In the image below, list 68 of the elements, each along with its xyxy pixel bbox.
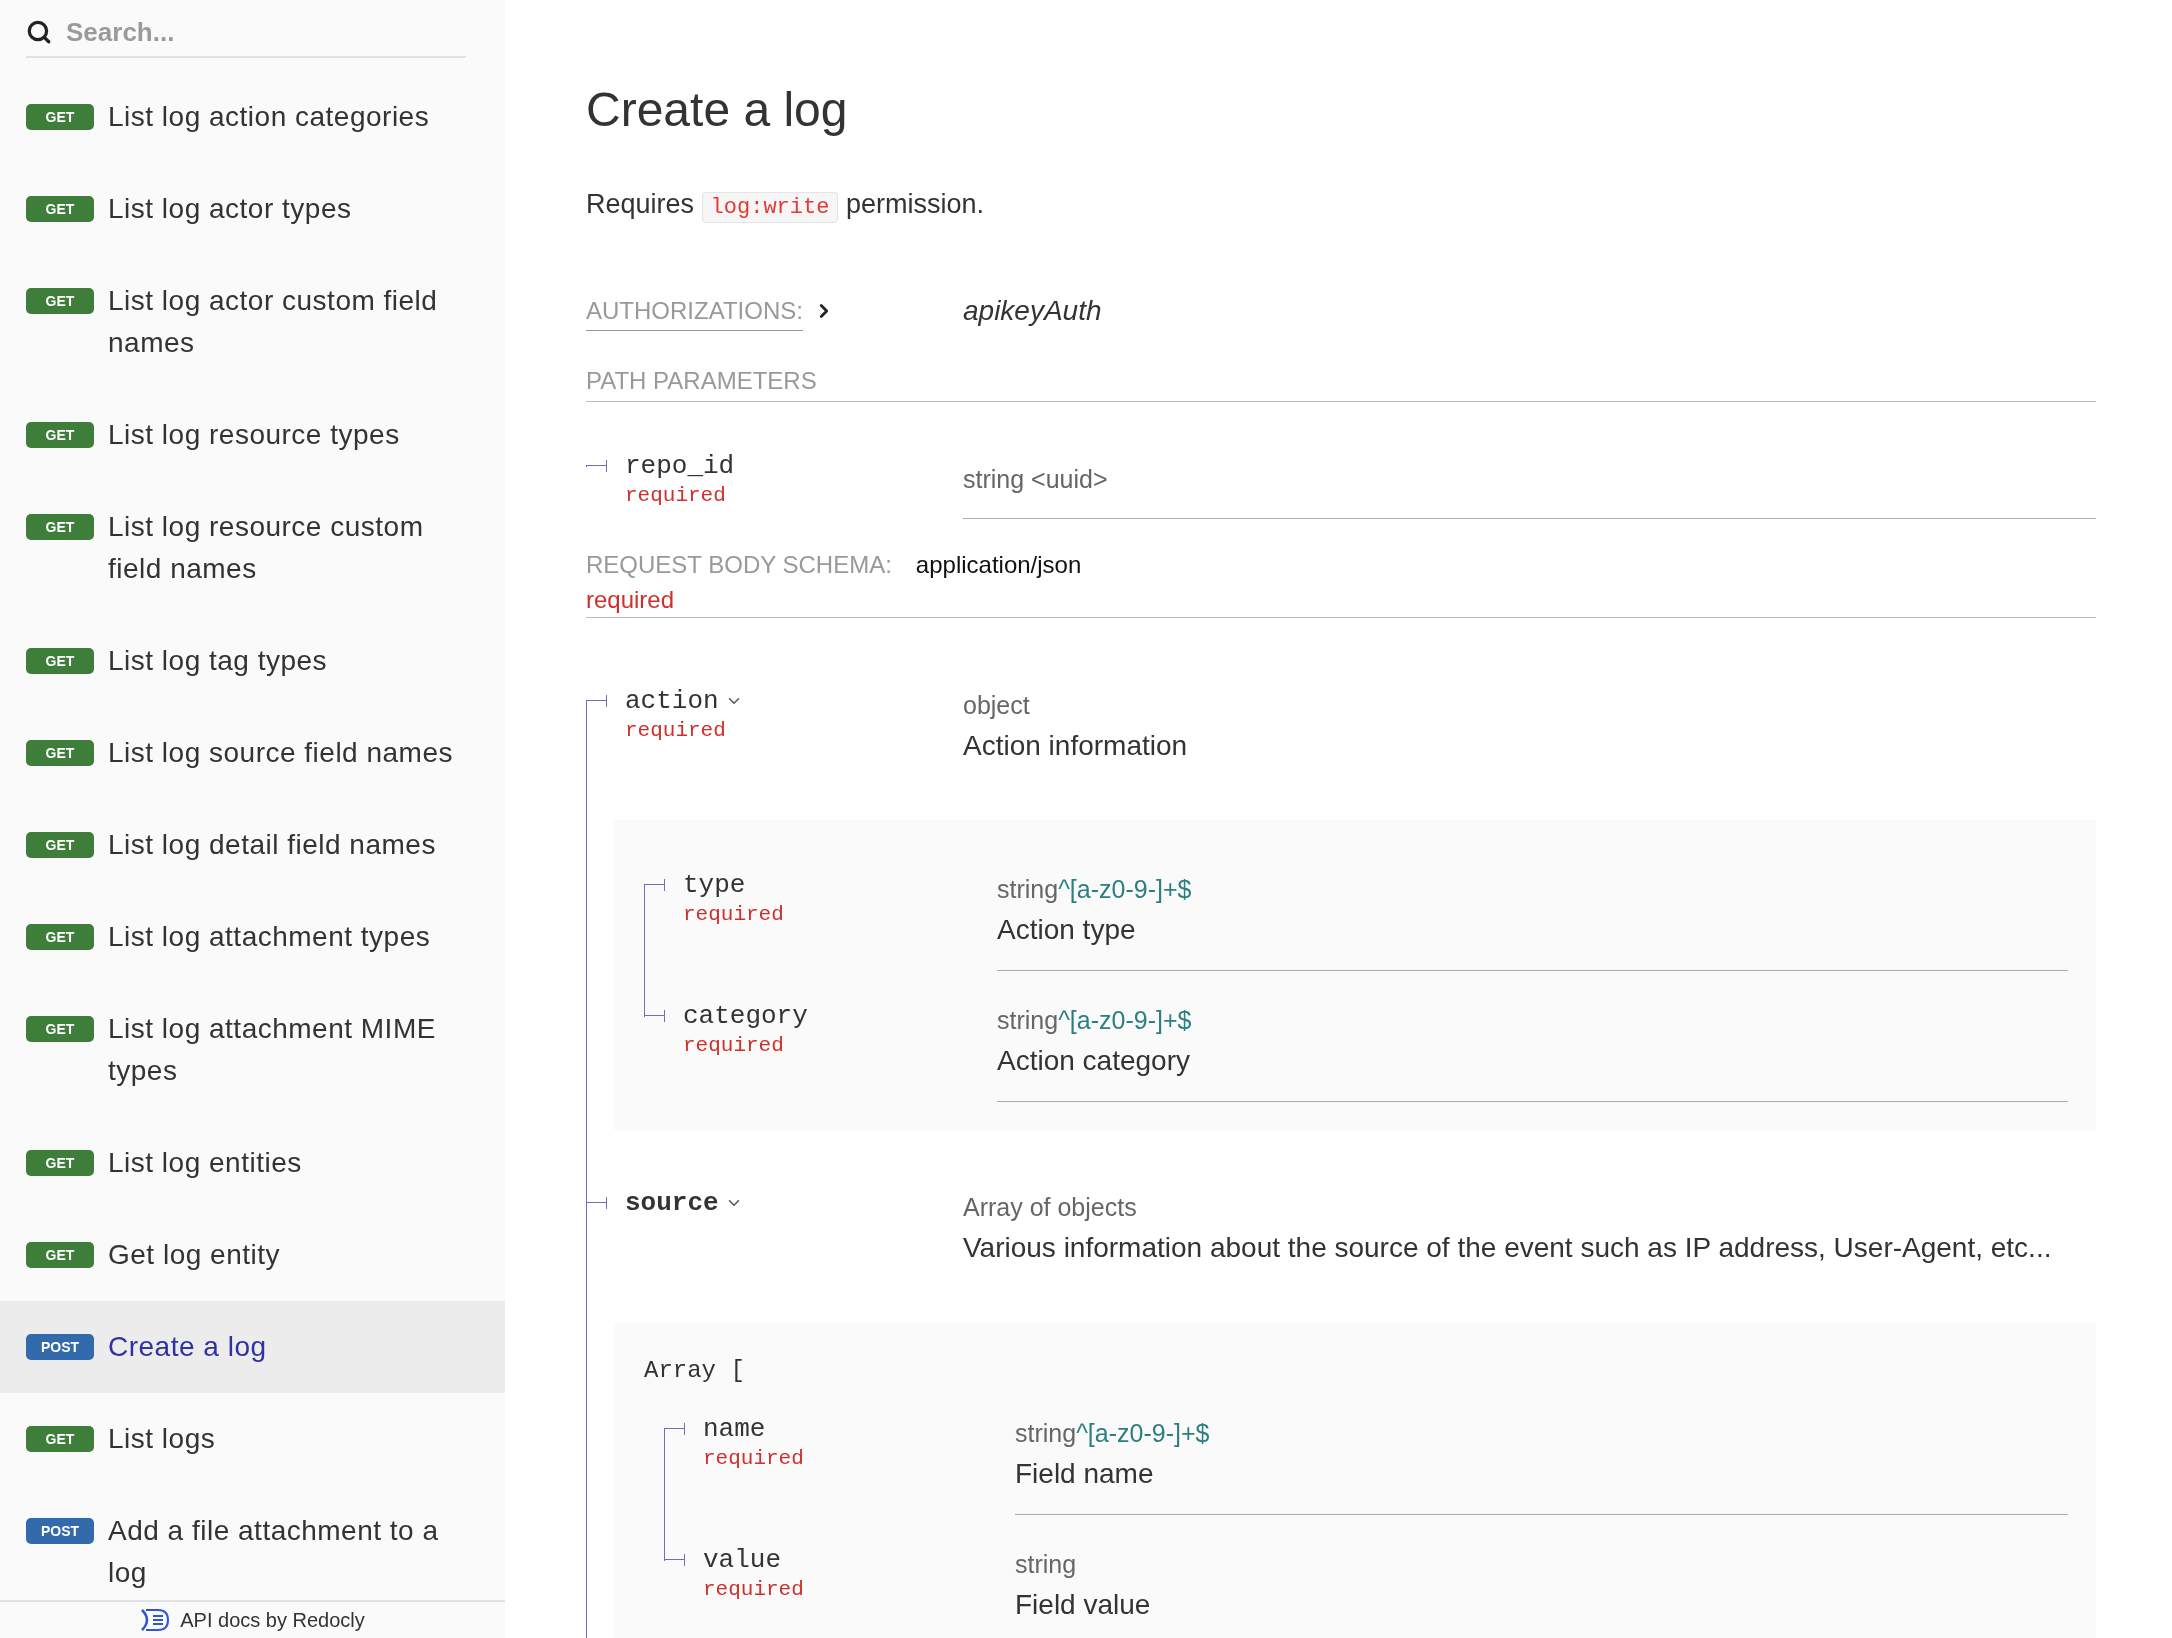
sidebar-item[interactable]: GET List log actor custom field names xyxy=(0,255,505,389)
media-type: application/json xyxy=(915,550,1082,580)
sidebar-item[interactable]: GET List log source field names xyxy=(0,707,505,799)
sidebar-item[interactable]: POST Create a log xyxy=(0,1301,505,1393)
required-label: required xyxy=(703,1577,804,1603)
method-badge: POST xyxy=(26,1518,94,1544)
footer-link[interactable]: API docs by Redocly xyxy=(140,1605,365,1635)
method-badge: GET xyxy=(26,832,94,858)
required-label: required xyxy=(625,718,726,744)
method-badge: GET xyxy=(26,196,94,222)
type-label: object xyxy=(963,690,1030,721)
method-badge: POST xyxy=(26,1334,94,1360)
required-label: required xyxy=(703,1446,804,1472)
property-toggle[interactable]: source xyxy=(625,1186,743,1220)
section-heading: PATH PARAMETERS xyxy=(586,364,2096,402)
sidebar-item[interactable]: GET List log entities xyxy=(0,1117,505,1209)
property-name: repo_id xyxy=(625,450,735,483)
method-badge: GET xyxy=(26,740,94,766)
property-name: name xyxy=(703,1413,766,1446)
method-badge: GET xyxy=(26,924,94,950)
page-title: Create a log xyxy=(586,82,849,138)
property-name: category xyxy=(683,1000,808,1033)
required-label: required xyxy=(683,902,784,928)
method-badge: GET xyxy=(26,1242,94,1268)
array-label: Array [ xyxy=(644,1356,746,1386)
sidebar-item[interactable]: GET List logs xyxy=(0,1393,505,1485)
sidebar-item[interactable]: GET List log attachment MIME types xyxy=(0,983,505,1117)
description-text: Action type xyxy=(997,913,1136,947)
type-label: string <uuid> xyxy=(963,464,1108,495)
type-label: string^[a-z0-9-]+$ xyxy=(997,1005,1192,1036)
property-toggle[interactable]: action xyxy=(625,684,743,718)
description-text: Action category xyxy=(997,1044,1190,1078)
type-label: Array of objects xyxy=(963,1192,1137,1223)
permission-text: Requires log:write permission. xyxy=(586,184,2096,228)
sidebar-item[interactable]: GET List log resource types xyxy=(0,389,505,481)
method-badge: GET xyxy=(26,1150,94,1176)
description-text: Field value xyxy=(1015,1588,1151,1622)
sidebar-item[interactable]: GET List log attachment types xyxy=(0,891,505,983)
sidebar-item[interactable]: GET List log tag types xyxy=(0,615,505,707)
method-badge: GET xyxy=(26,422,94,448)
method-badge: GET xyxy=(26,1426,94,1452)
description-text: Field name xyxy=(1015,1457,1154,1491)
method-badge: GET xyxy=(26,1016,94,1042)
search-field[interactable]: Search... xyxy=(66,12,466,52)
method-badge: GET xyxy=(26,104,94,130)
description-text: Action information xyxy=(963,729,1188,763)
property-name: type xyxy=(683,869,746,902)
required-label: required xyxy=(586,586,675,614)
required-label: required xyxy=(683,1033,784,1059)
sidebar-item[interactable]: POST Add a file attachment to a log xyxy=(0,1485,505,1600)
required-label: required xyxy=(625,483,726,509)
sidebar-item[interactable]: GET Get log entity xyxy=(0,1209,505,1301)
sidebar-item[interactable]: GET List log resource custom field names xyxy=(0,481,505,615)
logo-icon xyxy=(140,1609,171,1631)
method-badge: GET xyxy=(26,514,94,540)
type-label: string xyxy=(1015,1549,1077,1580)
auth-scheme: apikeyAuth xyxy=(963,294,1102,328)
property-name: value xyxy=(703,1544,781,1577)
section-heading: REQUEST BODY SCHEMA: xyxy=(586,550,892,580)
type-label: string^[a-z0-9-]+$ xyxy=(997,874,1192,905)
type-label: string^[a-z0-9-]+$ xyxy=(1015,1418,1210,1449)
sidebar-item[interactable]: GET List log action categories xyxy=(0,71,505,163)
method-badge: GET xyxy=(26,288,94,314)
sidebar-item[interactable]: GET List log detail field names xyxy=(0,799,505,891)
method-badge: GET xyxy=(26,648,94,674)
sidebar-item[interactable]: GET List log actor types xyxy=(0,163,505,255)
search-icon xyxy=(26,19,52,45)
description-text: Various information about the source of the event such as IP address, User-Agent, etc... xyxy=(963,1231,2052,1265)
